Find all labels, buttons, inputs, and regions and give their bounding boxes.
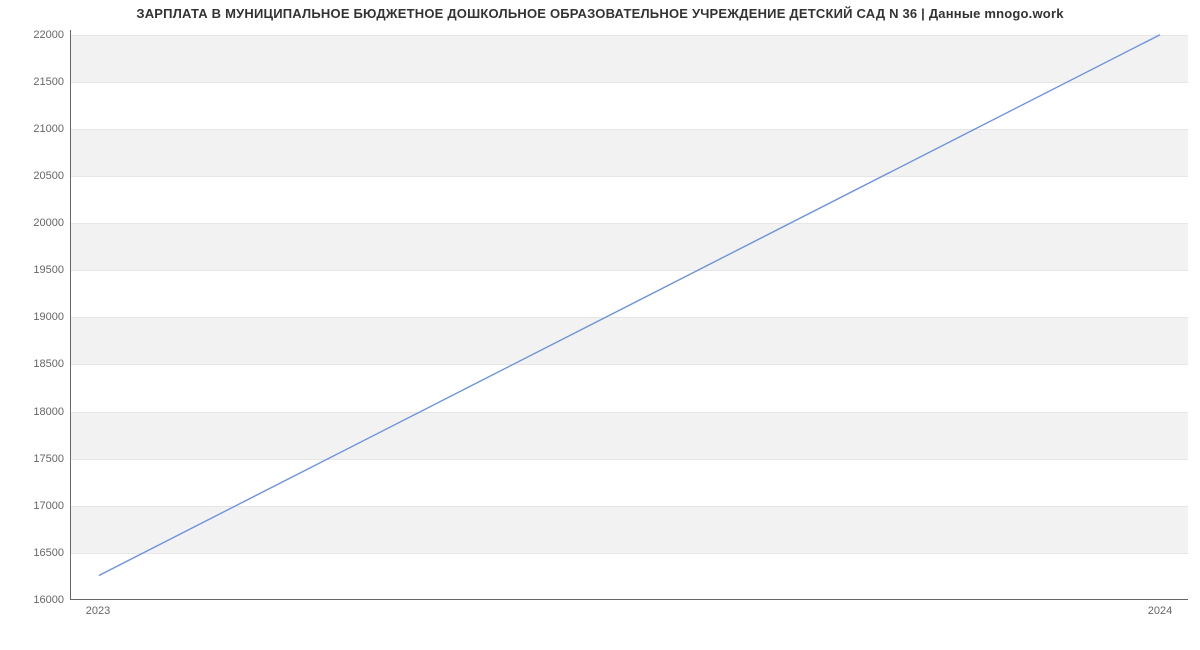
y-tick-label: 20500 [6,170,64,182]
y-tick-label: 17000 [6,500,64,512]
x-tick-label: 2024 [1148,605,1172,617]
chart-container: ЗАРПЛАТА В МУНИЦИПАЛЬНОЕ БЮДЖЕТНОЕ ДОШКО… [0,0,1200,650]
y-tick-label: 21500 [6,76,64,88]
y-tick-label: 16000 [6,594,64,606]
y-tick-label: 18000 [6,406,64,418]
y-tick-label: 22000 [6,29,64,41]
y-tick-label: 21000 [6,123,64,135]
chart-title: ЗАРПЛАТА В МУНИЦИПАЛЬНОЕ БЮДЖЕТНОЕ ДОШКО… [0,6,1200,21]
y-tick-label: 19000 [6,311,64,323]
y-tick-label: 19500 [6,264,64,276]
x-tick-label: 2023 [86,605,110,617]
data-line [71,30,1188,599]
y-tick-label: 20000 [6,217,64,229]
y-tick-label: 16500 [6,547,64,559]
y-tick-label: 17500 [6,453,64,465]
y-tick-label: 18500 [6,358,64,370]
plot-area [70,30,1188,600]
